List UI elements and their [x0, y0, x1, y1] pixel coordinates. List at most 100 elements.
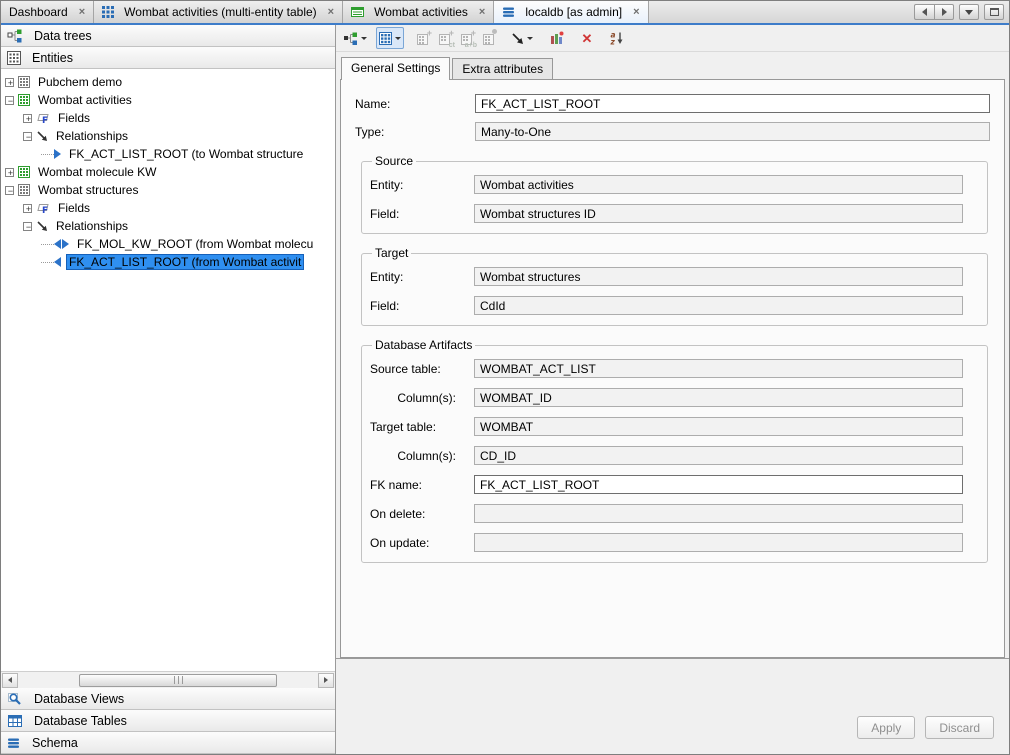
source-field-label: Field:	[370, 207, 474, 221]
on-delete-label: On delete:	[370, 507, 474, 521]
new-entity-icon[interactable]	[376, 27, 404, 49]
tree-item-pubchem-demo[interactable]: Pubchem demo	[1, 73, 335, 91]
expand-toggle-icon[interactable]	[23, 204, 32, 213]
tree-connector	[41, 262, 54, 263]
svg-text:F: F	[42, 206, 48, 214]
fk-to-icon	[54, 149, 61, 159]
tree-item-fk-mol-kw-root[interactable]: FK_MOL_KW_ROOT (from Wombat molecu	[1, 235, 335, 253]
grid-view-green-icon	[351, 6, 364, 18]
tab-controls	[909, 1, 1009, 23]
tab-scroll-buttons	[914, 4, 954, 20]
tab-dashboard[interactable]: Dashboard ×	[1, 1, 94, 23]
editor-footer: Apply Discard	[336, 658, 1009, 754]
collapse-toggle-icon[interactable]	[23, 132, 32, 141]
scrollbar-thumb[interactable]	[79, 674, 277, 687]
tab-label: Wombat activities	[374, 5, 468, 19]
source-entity-field	[474, 175, 963, 194]
scroll-left-icon[interactable]	[2, 673, 18, 688]
tree-item-relationships[interactable]: Relationships	[1, 217, 335, 235]
name-row: Name:	[355, 94, 990, 113]
settings-tabpane: General Settings Extra attributes Name: …	[340, 56, 1005, 658]
section-label: Entities	[32, 51, 73, 65]
tree-item-wombat-molecule-kw[interactable]: Wombat molecule KW	[1, 163, 335, 181]
tab-wombat-activities[interactable]: Wombat activities ×	[343, 1, 494, 23]
expand-toggle-icon[interactable]	[23, 114, 32, 123]
general-settings-panel: Name: Type: Source Entity:	[340, 80, 1005, 658]
fields-icon: F	[36, 112, 50, 124]
relationship-arrow-icon	[36, 130, 48, 142]
new-relationship-icon[interactable]	[508, 27, 536, 49]
section-entities[interactable]: Entities	[1, 47, 335, 69]
close-icon[interactable]: ×	[328, 6, 334, 18]
collapse-toggle-icon[interactable]	[5, 186, 14, 195]
section-schema[interactable]: Schema	[1, 732, 335, 754]
tree-item-relationships[interactable]: Relationships	[1, 127, 335, 145]
tree-item-wombat-structures[interactable]: Wombat structures	[1, 181, 335, 199]
tree-item-label: FK_ACT_LIST_ROOT (to Wombat structure	[66, 146, 306, 162]
section-data-trees[interactable]: Data trees	[1, 25, 335, 47]
close-icon[interactable]: ×	[479, 6, 485, 18]
tab-localdb-as-admin[interactable]: localdb [as admin] ×	[494, 1, 648, 23]
tree-item-label: Fields	[55, 110, 93, 126]
dropdown-caret-icon	[361, 37, 367, 40]
maximize-icon[interactable]	[984, 4, 1004, 20]
new-data-tree-icon[interactable]	[340, 27, 370, 49]
settings-tabstrip: General Settings Extra attributes	[340, 56, 1005, 80]
section-label: Database Tables	[34, 714, 127, 728]
sort-az-icon[interactable]: az	[606, 27, 628, 49]
tree-item-label: Wombat activities	[35, 92, 135, 108]
close-icon[interactable]: ×	[79, 6, 85, 18]
tree-item-wombat-activities[interactable]: Wombat activities	[1, 91, 335, 109]
entity-icon-green	[18, 94, 30, 106]
tab-extra-attributes[interactable]: Extra attributes	[452, 58, 553, 79]
target-entity-field	[474, 267, 963, 286]
discard-button[interactable]: Discard	[925, 716, 994, 739]
target-field-label: Field:	[370, 299, 474, 313]
close-icon[interactable]: ×	[633, 6, 639, 18]
section-database-tables[interactable]: Database Tables	[1, 710, 335, 732]
apply-button[interactable]: Apply	[857, 716, 915, 739]
name-input[interactable]	[475, 94, 990, 113]
tab-list-icon[interactable]	[959, 4, 979, 20]
next-tab-icon[interactable]	[934, 4, 954, 20]
expand-toggle-icon[interactable]	[5, 78, 14, 87]
tree-item-label: Relationships	[53, 218, 131, 234]
collapse-toggle-icon[interactable]	[5, 96, 14, 105]
previous-tab-icon[interactable]	[914, 4, 934, 20]
source-table-field	[474, 359, 963, 378]
tab-wombat-activities-multi-entity-table[interactable]: Wombat activities (multi-entity table) ×	[94, 1, 343, 23]
source-columns-row: Column(s):	[370, 388, 963, 407]
tree-item-label: FK_MOL_KW_ROOT (from Wombat molecu	[74, 236, 316, 252]
scroll-right-icon[interactable]	[318, 673, 334, 688]
tree-item-fk-act-list-root-from[interactable]: FK_ACT_LIST_ROOT (from Wombat activit	[1, 253, 335, 271]
section-database-views[interactable]: Database Views	[1, 688, 335, 710]
source-columns-label: Column(s):	[370, 391, 474, 405]
document-tabbar: Dashboard × Wombat activities (multi-ent…	[1, 1, 1009, 25]
scrollbar-grip	[174, 676, 183, 684]
on-update-row: On update:	[370, 533, 963, 552]
columns-stats-icon[interactable]	[546, 27, 568, 49]
entity-icon-green	[18, 166, 30, 178]
fk-both-icon	[54, 239, 69, 249]
target-entity-row: Entity:	[370, 267, 963, 286]
fields-icon: F	[36, 202, 50, 214]
horizontal-scrollbar[interactable]	[1, 671, 335, 688]
tree-item-fields[interactable]: F Fields	[1, 199, 335, 217]
tab-general-settings[interactable]: General Settings	[341, 57, 450, 80]
expand-toggle-icon[interactable]	[5, 168, 14, 177]
add-entity-icon: +	[412, 27, 434, 49]
type-label: Type:	[355, 125, 475, 139]
fk-name-label: FK name:	[370, 478, 474, 492]
target-legend: Target	[372, 246, 411, 260]
tree-item-fk-act-list-root-to[interactable]: FK_ACT_LIST_ROOT (to Wombat structure	[1, 145, 335, 163]
tree-item-label: Wombat structures	[35, 182, 141, 198]
target-entity-label: Entity:	[370, 270, 474, 284]
on-delete-row: On delete:	[370, 504, 963, 523]
source-entity-row: Entity:	[370, 175, 963, 194]
fk-name-input[interactable]	[474, 475, 963, 494]
delete-icon[interactable]: ✕	[576, 27, 598, 49]
tree-item-fields[interactable]: F Fields	[1, 109, 335, 127]
target-field-field	[474, 296, 963, 315]
source-field-field	[474, 204, 963, 223]
collapse-toggle-icon[interactable]	[23, 222, 32, 231]
